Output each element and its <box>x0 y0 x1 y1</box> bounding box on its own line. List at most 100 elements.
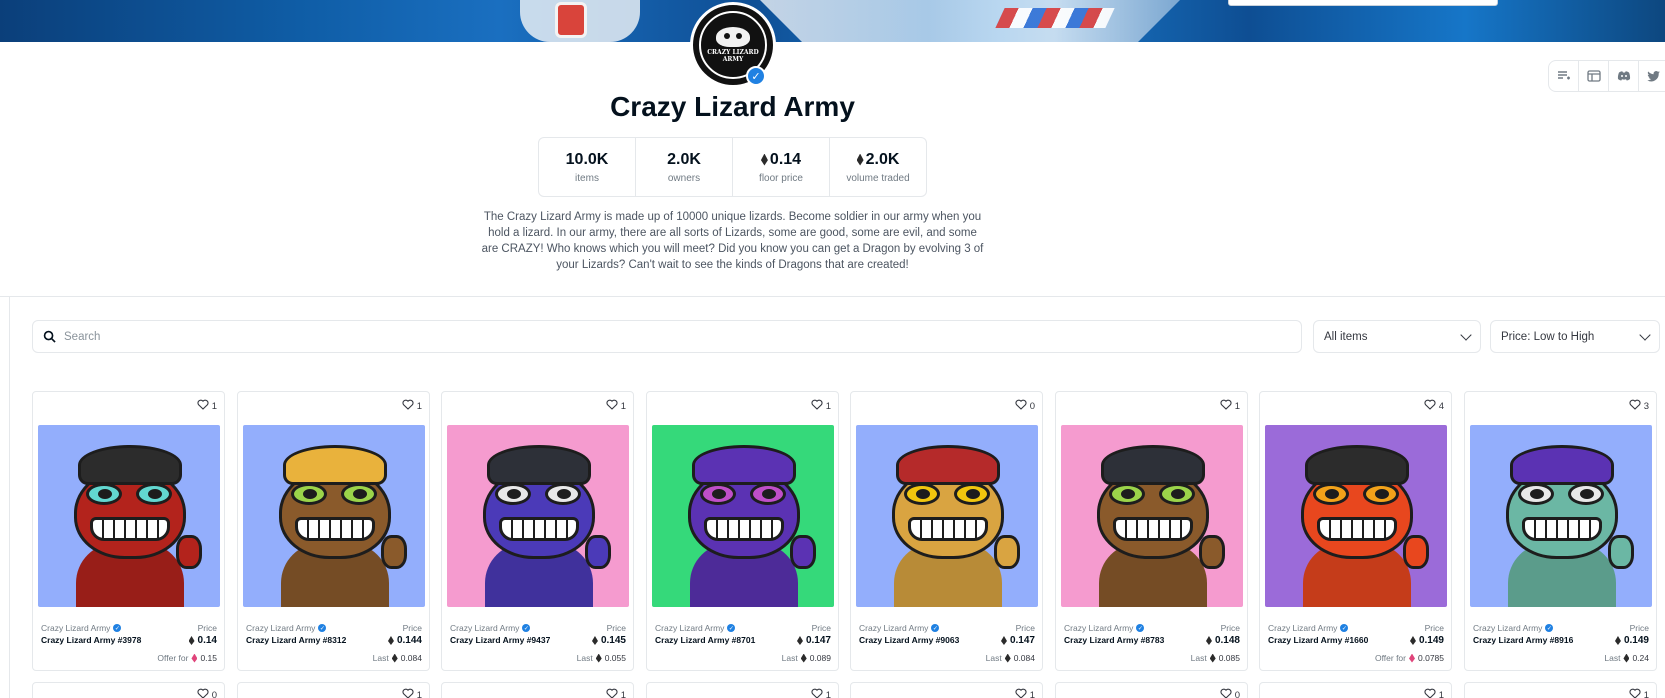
favorite-button[interactable]: 1 <box>1015 688 1035 698</box>
sort-select[interactable]: Price: Low to High <box>1490 320 1660 353</box>
collection-name[interactable]: Crazy Lizard Army <box>41 623 110 633</box>
nft-image[interactable] <box>856 425 1038 607</box>
verified-icon: ✓ <box>318 624 327 632</box>
collection-description: The Crazy Lizard Army is made up of 1000… <box>481 211 984 271</box>
favorite-button[interactable]: 1 <box>402 399 422 413</box>
nft-card[interactable]: 1 <box>1464 682 1657 698</box>
nft-image[interactable] <box>243 425 425 607</box>
sub-price-label: Last <box>1190 653 1207 663</box>
verified-icon: ✓ <box>1340 624 1349 632</box>
nft-card[interactable]: 1 <box>441 682 634 698</box>
heart-icon <box>1220 688 1232 698</box>
favorite-button[interactable]: 4 <box>1424 399 1444 413</box>
favorite-button[interactable]: 1 <box>1424 688 1444 698</box>
collection-name[interactable]: Crazy Lizard Army <box>450 623 519 633</box>
nft-card[interactable]: 1 <box>1259 682 1452 698</box>
sub-price-label: Last <box>781 653 798 663</box>
collection-name[interactable]: Crazy Lizard Army <box>1064 623 1133 633</box>
eth-icon <box>1209 653 1216 663</box>
nft-card[interactable]: 0 <box>1055 682 1248 698</box>
favorite-button[interactable]: 1 <box>606 688 626 698</box>
favorite-button[interactable]: 3 <box>1629 399 1649 413</box>
heart-icon <box>1424 399 1436 413</box>
price-label: Price <box>1629 623 1649 633</box>
favorite-button[interactable]: 0 <box>197 688 217 698</box>
nft-card[interactable]: 0 <box>32 682 225 698</box>
nft-card[interactable]: 1 Crazy Lizard Army ✓ Crazy Lizard Army #87… <box>646 391 839 671</box>
heart-icon <box>606 688 618 698</box>
like-count: 1 <box>1643 689 1649 698</box>
collection-name[interactable]: Crazy Lizard Army <box>1268 623 1337 633</box>
stat-owners[interactable]: 2.0K owners <box>636 138 733 196</box>
twitter-icon[interactable] <box>1639 61 1665 91</box>
like-count: 1 <box>416 400 422 412</box>
nft-name: Crazy Lizard Army #8916 <box>1473 635 1574 645</box>
nft-card[interactable]: 4 Crazy Lizard Army ✓ Crazy Lizard Army #16… <box>1259 391 1452 671</box>
nft-image[interactable] <box>447 425 629 607</box>
activity-icon[interactable] <box>1549 61 1579 91</box>
stat-value: 10.0K <box>565 150 609 168</box>
favorite-button[interactable]: 1 <box>1629 688 1649 698</box>
nft-card[interactable]: 1 Crazy Lizard Army ✓ Crazy Lizard Army #39… <box>32 391 225 671</box>
like-count: 1 <box>211 400 217 412</box>
nft-name: Crazy Lizard Army #8312 <box>246 635 347 645</box>
nft-card[interactable]: 1 Crazy Lizard Army ✓ Crazy Lizard Army #87… <box>1055 391 1248 671</box>
website-icon[interactable] <box>1579 61 1609 91</box>
eth-icon <box>1614 636 1621 645</box>
heart-icon <box>197 688 209 698</box>
search-input[interactable] <box>64 330 1301 343</box>
eth-icon <box>796 636 803 645</box>
collection-name[interactable]: Crazy Lizard Army <box>859 623 928 633</box>
search-icon <box>43 330 56 343</box>
stat-value: 2.0K <box>865 150 900 168</box>
collection-stats: 10.0K items 2.0K owners 0.14 floor price… <box>538 137 927 197</box>
heart-icon <box>402 688 414 698</box>
filter-sidebar-collapsed[interactable] <box>0 297 10 698</box>
like-count: 0 <box>1029 400 1035 412</box>
nft-image[interactable] <box>1265 425 1447 607</box>
nft-card[interactable]: 1 Crazy Lizard Army ✓ Crazy Lizard Army #94… <box>441 391 634 671</box>
items-filter-select[interactable]: All items <box>1313 320 1481 353</box>
nft-image[interactable] <box>38 425 220 607</box>
heart-icon <box>811 399 823 413</box>
favorite-button[interactable]: 1 <box>402 688 422 698</box>
favorite-button[interactable]: 1 <box>1220 399 1240 413</box>
nft-card[interactable]: 1 <box>237 682 430 698</box>
price-label: Price <box>606 623 626 633</box>
favorite-button[interactable]: 0 <box>1220 688 1240 698</box>
like-count: 0 <box>1234 689 1240 698</box>
nft-card[interactable]: 0 Crazy Lizard Army ✓ Crazy Lizard Army #90… <box>850 391 1043 671</box>
heart-icon <box>402 399 414 413</box>
social-links <box>1548 60 1665 92</box>
price-label: Price <box>1424 623 1444 633</box>
sub-price-label: Last <box>1604 653 1621 663</box>
lizard-illustration <box>856 425 1038 607</box>
favorite-button[interactable]: 1 <box>811 399 831 413</box>
lizard-illustration <box>243 425 425 607</box>
stat-label: items <box>575 172 599 184</box>
collection-name[interactable]: Crazy Lizard Army <box>1473 623 1542 633</box>
favorite-button[interactable]: 0 <box>1015 399 1035 413</box>
eth-icon <box>1409 636 1416 645</box>
nft-card[interactable]: 1 <box>646 682 839 698</box>
collection-name[interactable]: Crazy Lizard Army <box>246 623 315 633</box>
stat-volume-traded[interactable]: 2.0K volume traded <box>830 138 926 196</box>
nft-card[interactable]: 3 Crazy Lizard Army ✓ Crazy Lizard Army #89… <box>1464 391 1657 671</box>
discord-icon[interactable] <box>1609 61 1639 91</box>
nft-image[interactable] <box>1061 425 1243 607</box>
nft-image[interactable] <box>1470 425 1652 607</box>
favorite-button[interactable]: 1 <box>811 688 831 698</box>
lizard-illustration <box>38 425 220 607</box>
nft-card[interactable]: 1 <box>850 682 1043 698</box>
favorite-button[interactable]: 1 <box>606 399 626 413</box>
stat-items[interactable]: 10.0K items <box>539 138 636 196</box>
nft-card[interactable]: 1 Crazy Lizard Army ✓ Crazy Lizard Army #83… <box>237 391 430 671</box>
nft-image[interactable] <box>652 425 834 607</box>
stat-floor-price[interactable]: 0.14 floor price <box>733 138 830 196</box>
favorite-button[interactable]: 1 <box>197 399 217 413</box>
nft-name: Crazy Lizard Army #8701 <box>655 635 756 645</box>
price-value: 0.144 <box>396 635 422 646</box>
verified-icon: ✓ <box>727 624 736 632</box>
lizard-illustration <box>447 425 629 607</box>
collection-name[interactable]: Crazy Lizard Army <box>655 623 724 633</box>
